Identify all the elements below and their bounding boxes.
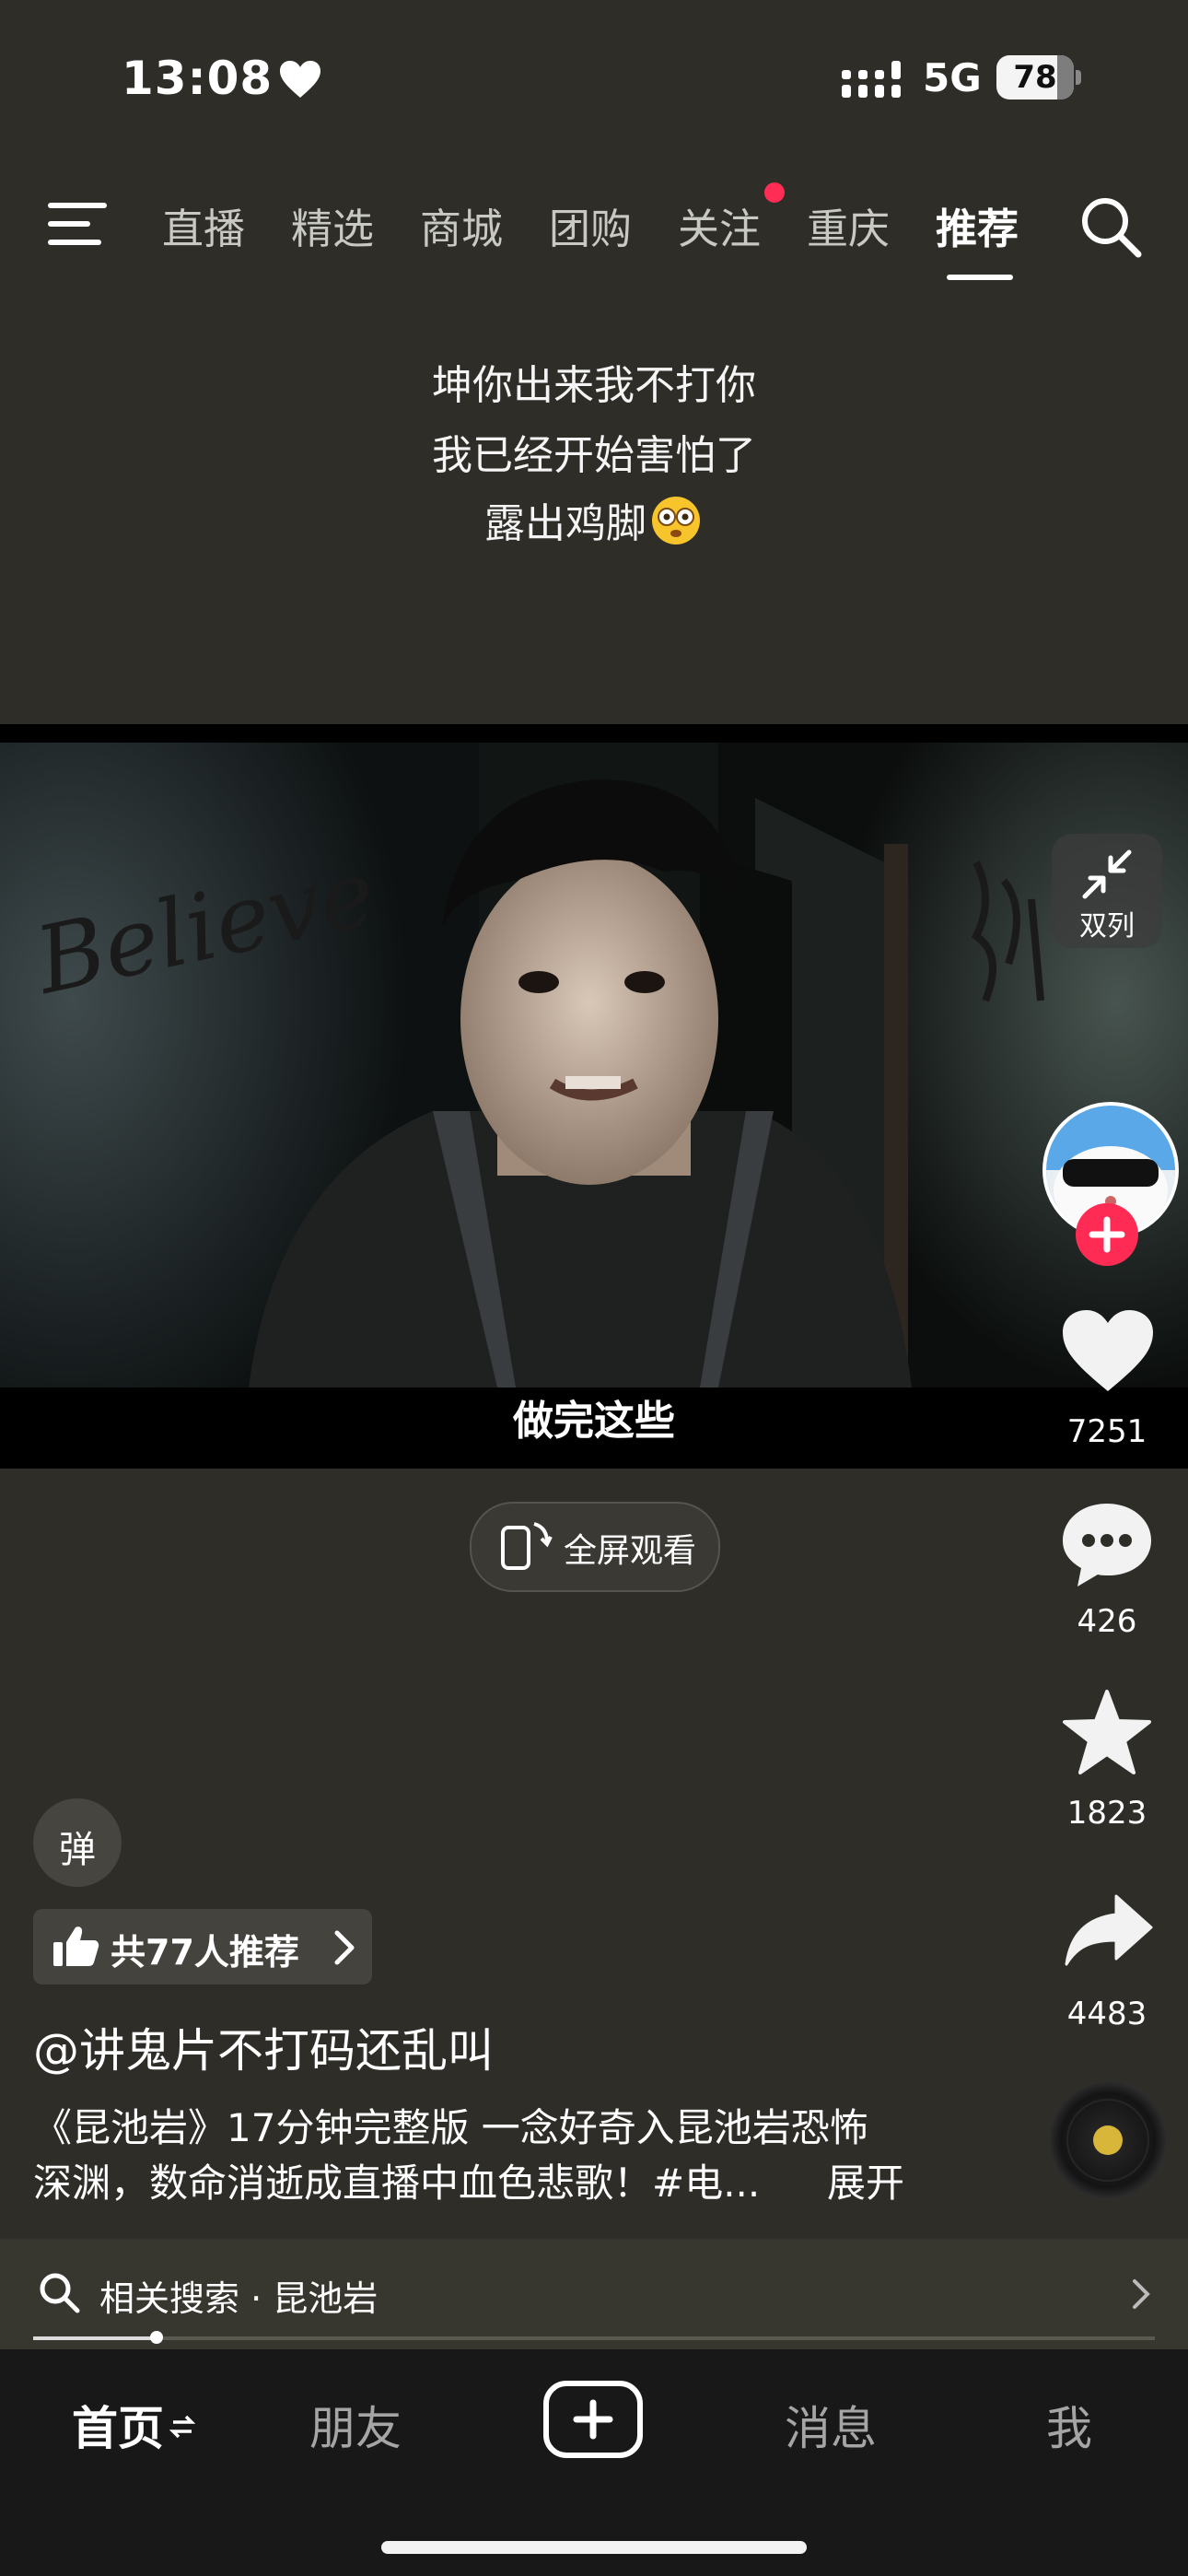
battery-indicator: 78 xyxy=(996,55,1081,100)
nav-home[interactable]: 首页 xyxy=(72,2392,196,2458)
battery-level: 78 xyxy=(1013,59,1057,96)
share-arrow-icon[interactable] xyxy=(1065,1892,1153,1968)
playback-progress-track[interactable] xyxy=(33,2336,1155,2340)
tab-live[interactable]: 直播 xyxy=(162,195,245,255)
network-type: 5G xyxy=(923,55,982,100)
author-name[interactable]: @讲鬼片不打码还乱叫 xyxy=(33,2014,494,2080)
plus-icon xyxy=(1089,1216,1125,1253)
notification-dot xyxy=(764,182,785,203)
nav-messages[interactable]: 消息 xyxy=(785,2392,877,2458)
video-frame-image: Believe xyxy=(0,743,1188,1388)
menu-icon[interactable] xyxy=(48,201,107,247)
related-search-label: 相关搜索 · 昆池岩 xyxy=(99,2278,379,2319)
danmaku-label: 弹 xyxy=(59,1829,96,1871)
favorite-star-icon[interactable] xyxy=(1061,1688,1153,1776)
post-description-line-1: 《昆池岩》17分钟完整版 一念好奇入昆池岩恐怖 xyxy=(33,2105,868,2150)
follow-plus-button[interactable] xyxy=(1076,1203,1138,1266)
comment-count: 426 xyxy=(1077,1603,1137,1640)
tab-chongqing[interactable]: 重庆 xyxy=(807,195,890,255)
heart-status-icon xyxy=(280,61,320,98)
search-icon xyxy=(40,2273,80,2313)
caption-line-1: 坤你出来我不打你 xyxy=(432,362,756,409)
active-tab-indicator xyxy=(947,275,1013,280)
playback-progress-knob[interactable] xyxy=(150,2331,163,2344)
tab-mall[interactable]: 商城 xyxy=(420,195,503,255)
tab-following[interactable]: 关注 xyxy=(678,195,761,255)
search-icon[interactable] xyxy=(1077,193,1144,260)
tab-featured[interactable]: 精选 xyxy=(291,195,374,255)
fullscreen-label: 全屏观看 xyxy=(564,1532,697,1570)
rotate-phone-icon xyxy=(501,1522,553,1570)
dizzy-face-emoji-icon xyxy=(652,497,700,544)
like-heart-icon[interactable] xyxy=(1061,1308,1155,1393)
status-time: 13:08 xyxy=(122,52,274,105)
nav-me[interactable]: 我 xyxy=(1046,2392,1092,2458)
dual-column-label: 双列 xyxy=(1079,910,1135,943)
playback-progress-fill xyxy=(33,2336,157,2340)
caption-line-2: 我已经开始害怕了 xyxy=(432,432,756,479)
like-count: 7251 xyxy=(1066,1413,1147,1450)
music-disc-icon[interactable] xyxy=(1048,2080,1168,2200)
favorite-count: 1823 xyxy=(1066,1795,1147,1832)
post-description-line-2: 深渊，数命消逝成直播中血色悲歌！#电... xyxy=(33,2160,761,2206)
caption-line-3: 露出鸡脚 xyxy=(0,490,1188,549)
recommend-count-label: 共77人推荐 xyxy=(111,1932,299,1973)
thumbs-up-icon xyxy=(53,1926,99,1966)
chevron-right-icon xyxy=(334,1930,355,1965)
nav-friends[interactable]: 朋友 xyxy=(309,2392,402,2458)
create-post-button[interactable] xyxy=(543,2381,643,2458)
home-indicator xyxy=(381,2541,807,2554)
chevron-right-icon xyxy=(1133,2279,1150,2309)
video-subtitle: 做完这些 xyxy=(513,1398,675,1445)
expand-link[interactable]: 展开 xyxy=(827,2152,904,2208)
share-count: 4483 xyxy=(1066,1996,1147,2032)
comment-icon[interactable] xyxy=(1059,1500,1155,1588)
collapse-arrows-icon xyxy=(1082,849,1132,899)
switch-arrows-icon xyxy=(169,2415,196,2439)
signal-icon xyxy=(842,61,901,98)
tab-recommend[interactable]: 推荐 xyxy=(936,195,1019,255)
tab-group-buy[interactable]: 团购 xyxy=(549,195,632,255)
